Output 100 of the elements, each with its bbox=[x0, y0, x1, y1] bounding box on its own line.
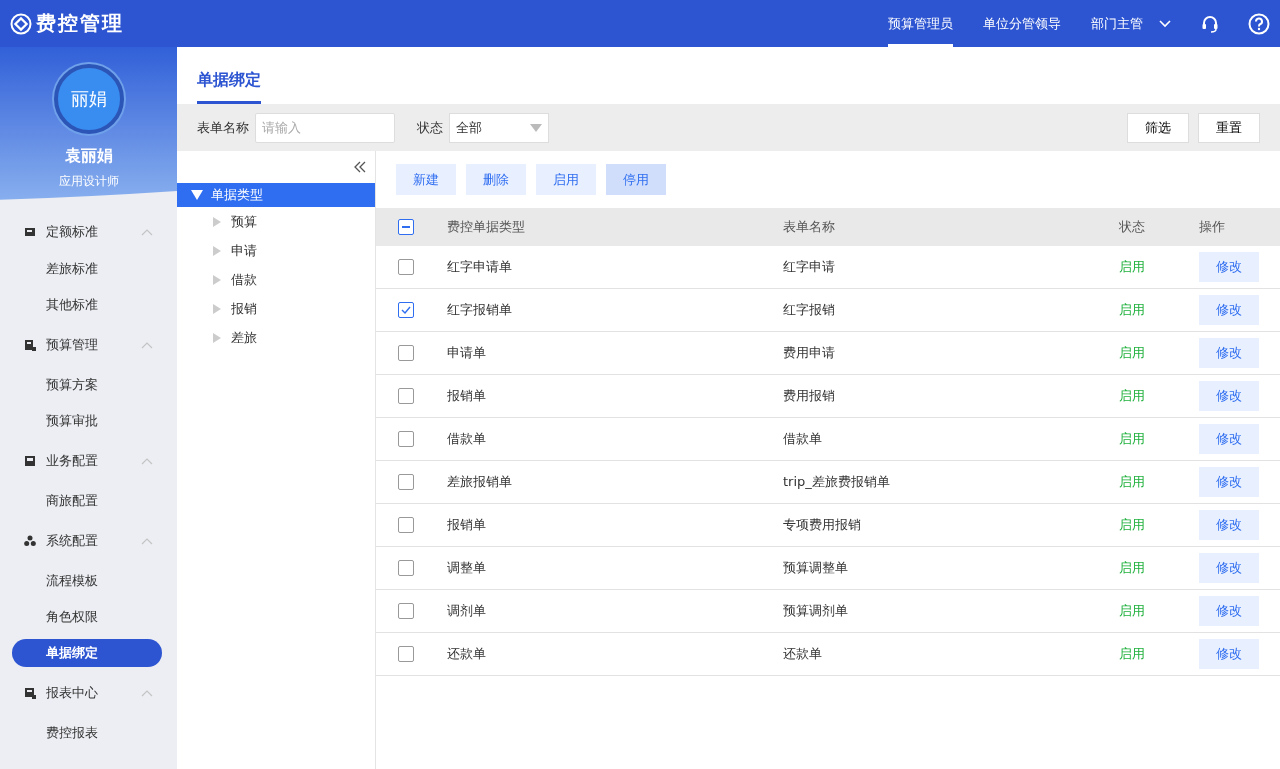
document-icon bbox=[24, 339, 36, 351]
triangle-icon bbox=[213, 332, 221, 343]
checkbox[interactable] bbox=[398, 603, 414, 620]
checkbox[interactable] bbox=[398, 345, 414, 362]
help-icon[interactable] bbox=[1248, 12, 1270, 35]
menu-item[interactable]: 其他标准 bbox=[12, 287, 162, 323]
avatar: 丽娟 bbox=[53, 64, 124, 134]
headset-icon[interactable] bbox=[1200, 13, 1220, 34]
menu-item[interactable]: 费控报表 bbox=[12, 715, 162, 751]
role-tab[interactable]: 部门主管 bbox=[1076, 0, 1158, 47]
table-cell: 调剂单 bbox=[446, 589, 782, 633]
check-icon bbox=[401, 306, 411, 315]
table-cell: 费用申请 bbox=[782, 331, 1118, 375]
menu-group[interactable]: 报表中心 bbox=[0, 671, 177, 715]
menu-group[interactable]: 业务配置 bbox=[0, 439, 177, 483]
toolbar-button[interactable]: 新建 bbox=[396, 164, 456, 195]
field-label: 状态 bbox=[417, 118, 443, 137]
checkbox[interactable] bbox=[398, 431, 414, 448]
table-cell: 预算调剂单 bbox=[782, 589, 1118, 633]
triangle-icon bbox=[191, 190, 203, 200]
document-icon bbox=[24, 455, 36, 467]
triangle-icon bbox=[213, 274, 221, 285]
edit-button[interactable]: 修改 bbox=[1199, 295, 1259, 325]
menu-item[interactable]: 差旅标准 bbox=[12, 251, 162, 287]
app-title: 费控管理 bbox=[36, 10, 124, 37]
dropdown-icon bbox=[530, 123, 542, 132]
table-cell: 费用报销 bbox=[782, 374, 1118, 418]
menu-item[interactable]: 角色权限 bbox=[12, 599, 162, 635]
edit-button[interactable]: 修改 bbox=[1199, 424, 1259, 454]
edit-button[interactable]: 修改 bbox=[1199, 467, 1259, 497]
chevron-icon bbox=[141, 537, 153, 545]
tree-node[interactable]: 单据类型 bbox=[177, 183, 375, 207]
field-label: 表单名称 bbox=[197, 118, 249, 137]
status-text: 启用 bbox=[1118, 331, 1198, 375]
tree-node[interactable]: 申请 bbox=[177, 236, 375, 265]
edit-button[interactable]: 修改 bbox=[1199, 639, 1259, 669]
edit-button[interactable]: 修改 bbox=[1199, 596, 1259, 626]
checkbox[interactable] bbox=[398, 388, 414, 405]
status-text: 启用 bbox=[1118, 632, 1198, 676]
status-text: 启用 bbox=[1118, 374, 1198, 418]
table-cell: 红字申请 bbox=[782, 246, 1118, 289]
user-name: 袁丽娟 bbox=[64, 146, 113, 167]
table-cell: 预算调整单 bbox=[782, 546, 1118, 590]
chevron-icon bbox=[141, 457, 153, 465]
status-text: 启用 bbox=[1118, 589, 1198, 633]
chevron-icon bbox=[141, 689, 153, 697]
column-header: 状态 bbox=[1118, 208, 1198, 246]
checkbox[interactable] bbox=[398, 517, 414, 534]
collapse-icon[interactable] bbox=[353, 161, 367, 173]
tree-node[interactable]: 报销 bbox=[177, 294, 375, 323]
document-icon bbox=[24, 687, 36, 699]
table-cell: 申请单 bbox=[446, 331, 782, 375]
table-cell: trip_差旅费报销单 bbox=[782, 460, 1118, 504]
checkbox[interactable] bbox=[398, 474, 414, 491]
menu-item[interactable]: 预算审批 bbox=[12, 403, 162, 439]
toolbar-button[interactable]: 停用 bbox=[606, 164, 666, 195]
tree-node[interactable]: 借款 bbox=[177, 265, 375, 294]
menu-item[interactable]: 流程模板 bbox=[12, 563, 162, 599]
status-text: 启用 bbox=[1118, 460, 1198, 504]
edit-button[interactable]: 修改 bbox=[1199, 510, 1259, 540]
status-text: 启用 bbox=[1118, 546, 1198, 590]
checkbox[interactable] bbox=[398, 646, 414, 663]
role-tab[interactable]: 单位分管领导 bbox=[968, 0, 1076, 47]
menu-item[interactable]: 预算方案 bbox=[12, 367, 162, 403]
tree-node[interactable]: 预算 bbox=[177, 207, 375, 236]
table-cell: 红字申请单 bbox=[446, 246, 782, 289]
status-select[interactable]: 全部 bbox=[449, 112, 549, 143]
table-cell: 借款单 bbox=[446, 417, 782, 461]
status-text: 启用 bbox=[1118, 246, 1198, 289]
column-header: 表单名称 bbox=[782, 208, 1118, 246]
user-title: 应用设计师 bbox=[58, 173, 119, 190]
filter-button[interactable]: 重置 bbox=[1198, 112, 1260, 143]
input-field[interactable]: 请输入 bbox=[255, 112, 395, 143]
table-cell: 报销单 bbox=[446, 374, 782, 418]
table-cell: 借款单 bbox=[782, 417, 1118, 461]
logo-icon bbox=[10, 12, 32, 35]
status-text: 启用 bbox=[1118, 503, 1198, 547]
edit-button[interactable]: 修改 bbox=[1199, 252, 1259, 282]
tree-node[interactable]: 差旅 bbox=[177, 323, 375, 352]
chevron-down-icon[interactable] bbox=[1158, 18, 1172, 29]
edit-button[interactable]: 修改 bbox=[1199, 338, 1259, 368]
table-cell: 差旅报销单 bbox=[446, 460, 782, 504]
checkbox[interactable] bbox=[398, 302, 414, 319]
menu-item[interactable]: 单据绑定 bbox=[12, 639, 162, 667]
toolbar-button[interactable]: 删除 bbox=[466, 164, 526, 195]
filter-button[interactable]: 筛选 bbox=[1127, 112, 1189, 143]
menu-group[interactable]: 定额标准 bbox=[0, 213, 177, 251]
checkbox[interactable] bbox=[398, 219, 414, 236]
menu-group[interactable]: 预算管理 bbox=[0, 323, 177, 367]
edit-button[interactable]: 修改 bbox=[1199, 553, 1259, 583]
edit-button[interactable]: 修改 bbox=[1199, 381, 1259, 411]
table-cell: 报销单 bbox=[446, 503, 782, 547]
table-cell: 还款单 bbox=[446, 632, 782, 676]
menu-item[interactable]: 商旅配置 bbox=[12, 483, 162, 519]
table-cell: 红字报销单 bbox=[446, 288, 782, 332]
triangle-icon bbox=[213, 303, 221, 314]
menu-group[interactable]: 系统配置 bbox=[0, 519, 177, 563]
checkbox[interactable] bbox=[398, 560, 414, 577]
checkbox[interactable] bbox=[398, 259, 414, 276]
toolbar-button[interactable]: 启用 bbox=[536, 164, 596, 195]
